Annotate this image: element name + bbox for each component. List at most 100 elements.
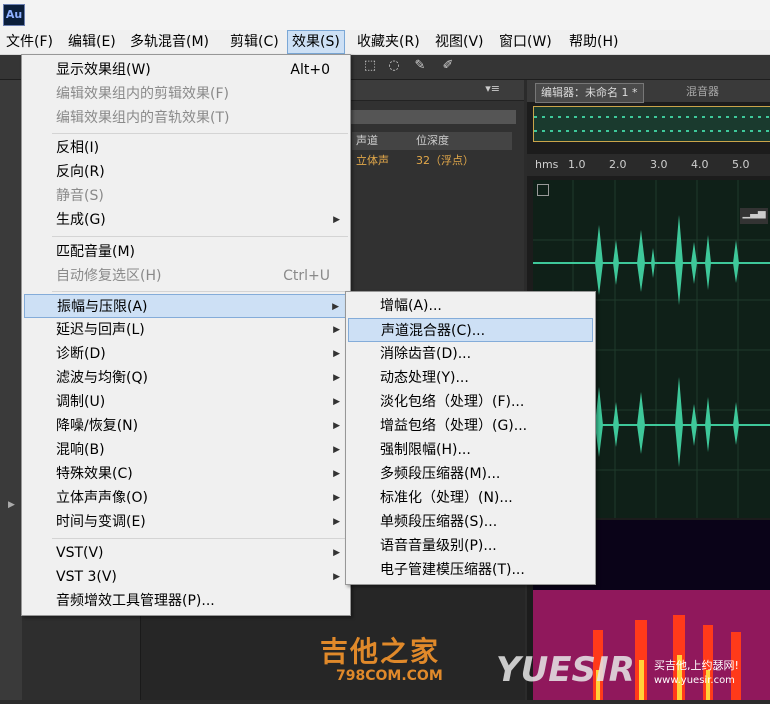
menu-item-label: 混响(B) (56, 442, 105, 458)
submenu-arrow-icon: ▶ (333, 397, 340, 407)
ruler-tick: 2.0 (609, 158, 627, 171)
menu-clip[interactable]: 剪辑(C) (226, 30, 283, 54)
menu-item-label: 强制限幅(H)... (380, 442, 471, 458)
submenu-item-speech-volume-leveler[interactable]: 语音音量级别(P)... (348, 534, 593, 558)
menu-item-filter-eq[interactable]: 滤波与均衡(Q) ▶ (24, 366, 348, 390)
menu-item-label: 淡化包络（处理）(F)... (380, 394, 525, 410)
menu-item-generate[interactable]: 生成(G) ▶ (24, 208, 348, 232)
submenu-arrow-icon: ▶ (333, 572, 340, 582)
watermark-brand: YUESIR (496, 650, 635, 690)
menu-item-label: 消除齿音(D)... (380, 346, 472, 362)
menu-item-label: 延迟与回声(L) (56, 322, 145, 338)
spot-healing-icon[interactable]: ✐ (440, 58, 456, 74)
menu-item-label: 显示效果组(W) (56, 62, 151, 78)
tab-mixer[interactable]: 混音器 (681, 83, 724, 101)
menu-separator (52, 236, 348, 237)
menu-item-label: 降噪/恢复(N) (56, 418, 139, 434)
menu-item-diagnostics[interactable]: 诊断(D) ▶ (24, 342, 348, 366)
submenu-arrow-icon: ▶ (333, 469, 340, 479)
submenu-item-normalize[interactable]: 标准化（处理）(N)... (348, 486, 593, 510)
submenu-item-dynamics-processing[interactable]: 动态处理(Y)... (348, 366, 593, 390)
menu-item-stereo-imagery[interactable]: 立体声声像(O) ▶ (24, 486, 348, 510)
menu-item-modulation[interactable]: 调制(U) ▶ (24, 390, 348, 414)
brush-icon[interactable]: ✎ (412, 58, 428, 74)
menu-item-label: 特殊效果(C) (56, 466, 133, 482)
watermark-site-name: 吉他之家 (320, 635, 441, 668)
effects-menu: 显示效果组(W) Alt+0 编辑效果组内的剪辑效果(F) 编辑效果组内的音轨效… (21, 54, 351, 616)
submenu-item-amplify[interactable]: 增幅(A)... (348, 294, 593, 318)
lasso-icon[interactable]: ◌ (386, 58, 402, 74)
column-bitdepth[interactable]: 位深度 (412, 132, 512, 150)
menu-item-edit-track-effects: 编辑效果组内的音轨效果(T) (24, 106, 348, 130)
cell-bitdepth: 32（浮点） (416, 154, 474, 167)
menu-item-label: 生成(G) (56, 212, 106, 228)
menu-item-label: 多频段压缩器(M)... (380, 466, 501, 482)
tab-editor[interactable]: 编辑器：未命名 1 * (535, 83, 644, 103)
menu-item-show-effects-rack[interactable]: 显示效果组(W) Alt+0 (24, 58, 348, 82)
menu-item-label: 电子管建模压缩器(T)... (380, 562, 525, 578)
submenu-item-channel-mixer[interactable]: 声道混合器(C)... (348, 318, 593, 342)
submenu-arrow-icon: ▶ (333, 215, 340, 225)
menu-item-label: 单频段压缩器(S)... (380, 514, 498, 530)
menu-item-label: 静音(S) (56, 188, 104, 204)
menu-item-special[interactable]: 特殊效果(C) ▶ (24, 462, 348, 486)
menu-item-noise-reduction[interactable]: 降噪/恢复(N) ▶ (24, 414, 348, 438)
menu-item-plugin-manager[interactable]: 音频增效工具管理器(P)... (24, 589, 348, 613)
menu-item-label: 增益包络（处理）(G)... (380, 418, 528, 434)
menu-item-label: VST(V) (56, 545, 104, 561)
submenu-arrow-icon: ▶ (333, 349, 340, 359)
menu-separator (52, 133, 348, 134)
menu-multitrack[interactable]: 多轨混音(M) (126, 30, 213, 54)
menu-item-delay-echo[interactable]: 延迟与回声(L) ▶ (24, 318, 348, 342)
submenu-item-tube-compressor[interactable]: 电子管建模压缩器(T)... (348, 558, 593, 582)
waveform-overview[interactable] (533, 106, 770, 142)
panel-menu-icon[interactable]: ▾≡ (485, 82, 500, 95)
menu-item-vst[interactable]: VST(V) ▶ (24, 541, 348, 565)
menu-item-label: 振幅与压限(A) (57, 299, 148, 315)
submenu-item-hard-limiter[interactable]: 强制限幅(H)... (348, 438, 593, 462)
menu-item-time-pitch[interactable]: 时间与变调(E) ▶ (24, 510, 348, 534)
menu-item-reverse[interactable]: 反向(R) (24, 160, 348, 184)
menu-item-label: 标准化（处理）(N)... (380, 490, 513, 506)
submenu-arrow-icon: ▶ (333, 445, 340, 455)
menu-item-auto-heal: 自动修复选区(H) Ctrl+U (24, 264, 348, 288)
menu-favorites[interactable]: 收藏夹(R) (353, 30, 424, 54)
volume-hud-icon[interactable]: ▁▃▅ (740, 208, 768, 224)
menu-item-shortcut: Alt+0 (290, 62, 330, 78)
menu-help[interactable]: 帮助(H) (565, 30, 622, 54)
marquee-select-icon[interactable]: ⬚ (362, 58, 378, 74)
menu-item-label: 编辑效果组内的剪辑效果(F) (56, 86, 229, 102)
menu-file[interactable]: 文件(F) (2, 30, 57, 54)
column-channel[interactable]: 声道 (352, 132, 414, 150)
menu-effects[interactable]: 效果(S) (287, 30, 345, 54)
submenu-arrow-icon: ▶ (333, 548, 340, 558)
menu-item-reverb[interactable]: 混响(B) ▶ (24, 438, 348, 462)
submenu-item-singleband-compressor[interactable]: 单频段压缩器(S)... (348, 510, 593, 534)
submenu-item-deesser[interactable]: 消除齿音(D)... (348, 342, 593, 366)
amplitude-submenu: 增幅(A)... 声道混合器(C)... 消除齿音(D)... 动态处理(Y).… (345, 291, 596, 585)
menu-view[interactable]: 视图(V) (431, 30, 488, 54)
menu-item-label: 自动修复选区(H) (56, 268, 162, 284)
submenu-item-gain-envelope[interactable]: 增益包络（处理）(G)... (348, 414, 593, 438)
submenu-arrow-icon: ▶ (333, 517, 340, 527)
watermark-url: www.yuesir.com (654, 675, 735, 686)
submenu-item-fade-envelope[interactable]: 淡化包络（处理）(F)... (348, 390, 593, 414)
menu-item-label: 音频增效工具管理器(P)... (56, 593, 215, 609)
menu-item-invert[interactable]: 反相(I) (24, 136, 348, 160)
submenu-arrow-icon: ▶ (333, 493, 340, 503)
overview-wave (534, 116, 770, 132)
menu-edit[interactable]: 编辑(E) (64, 30, 120, 54)
hud-toggle-icon[interactable] (537, 184, 549, 196)
menu-item-vst3[interactable]: VST 3(V) ▶ (24, 565, 348, 589)
submenu-item-multiband-compressor[interactable]: 多频段压缩器(M)... (348, 462, 593, 486)
search-field[interactable] (348, 110, 516, 124)
menu-item-amplitude-compression[interactable]: 振幅与压限(A) ▶ (24, 294, 348, 318)
expand-arrow-icon[interactable]: ▶ (8, 500, 15, 510)
time-ruler[interactable]: hms 1.0 2.0 3.0 4.0 5.0 (527, 154, 770, 176)
menu-window[interactable]: 窗口(W) (495, 30, 556, 54)
menu-item-match-loudness[interactable]: 匹配音量(M) (24, 240, 348, 264)
menu-item-label: VST 3(V) (56, 569, 117, 585)
ruler-tick: 3.0 (650, 158, 668, 171)
submenu-arrow-icon: ▶ (333, 421, 340, 431)
menu-separator (52, 291, 348, 292)
